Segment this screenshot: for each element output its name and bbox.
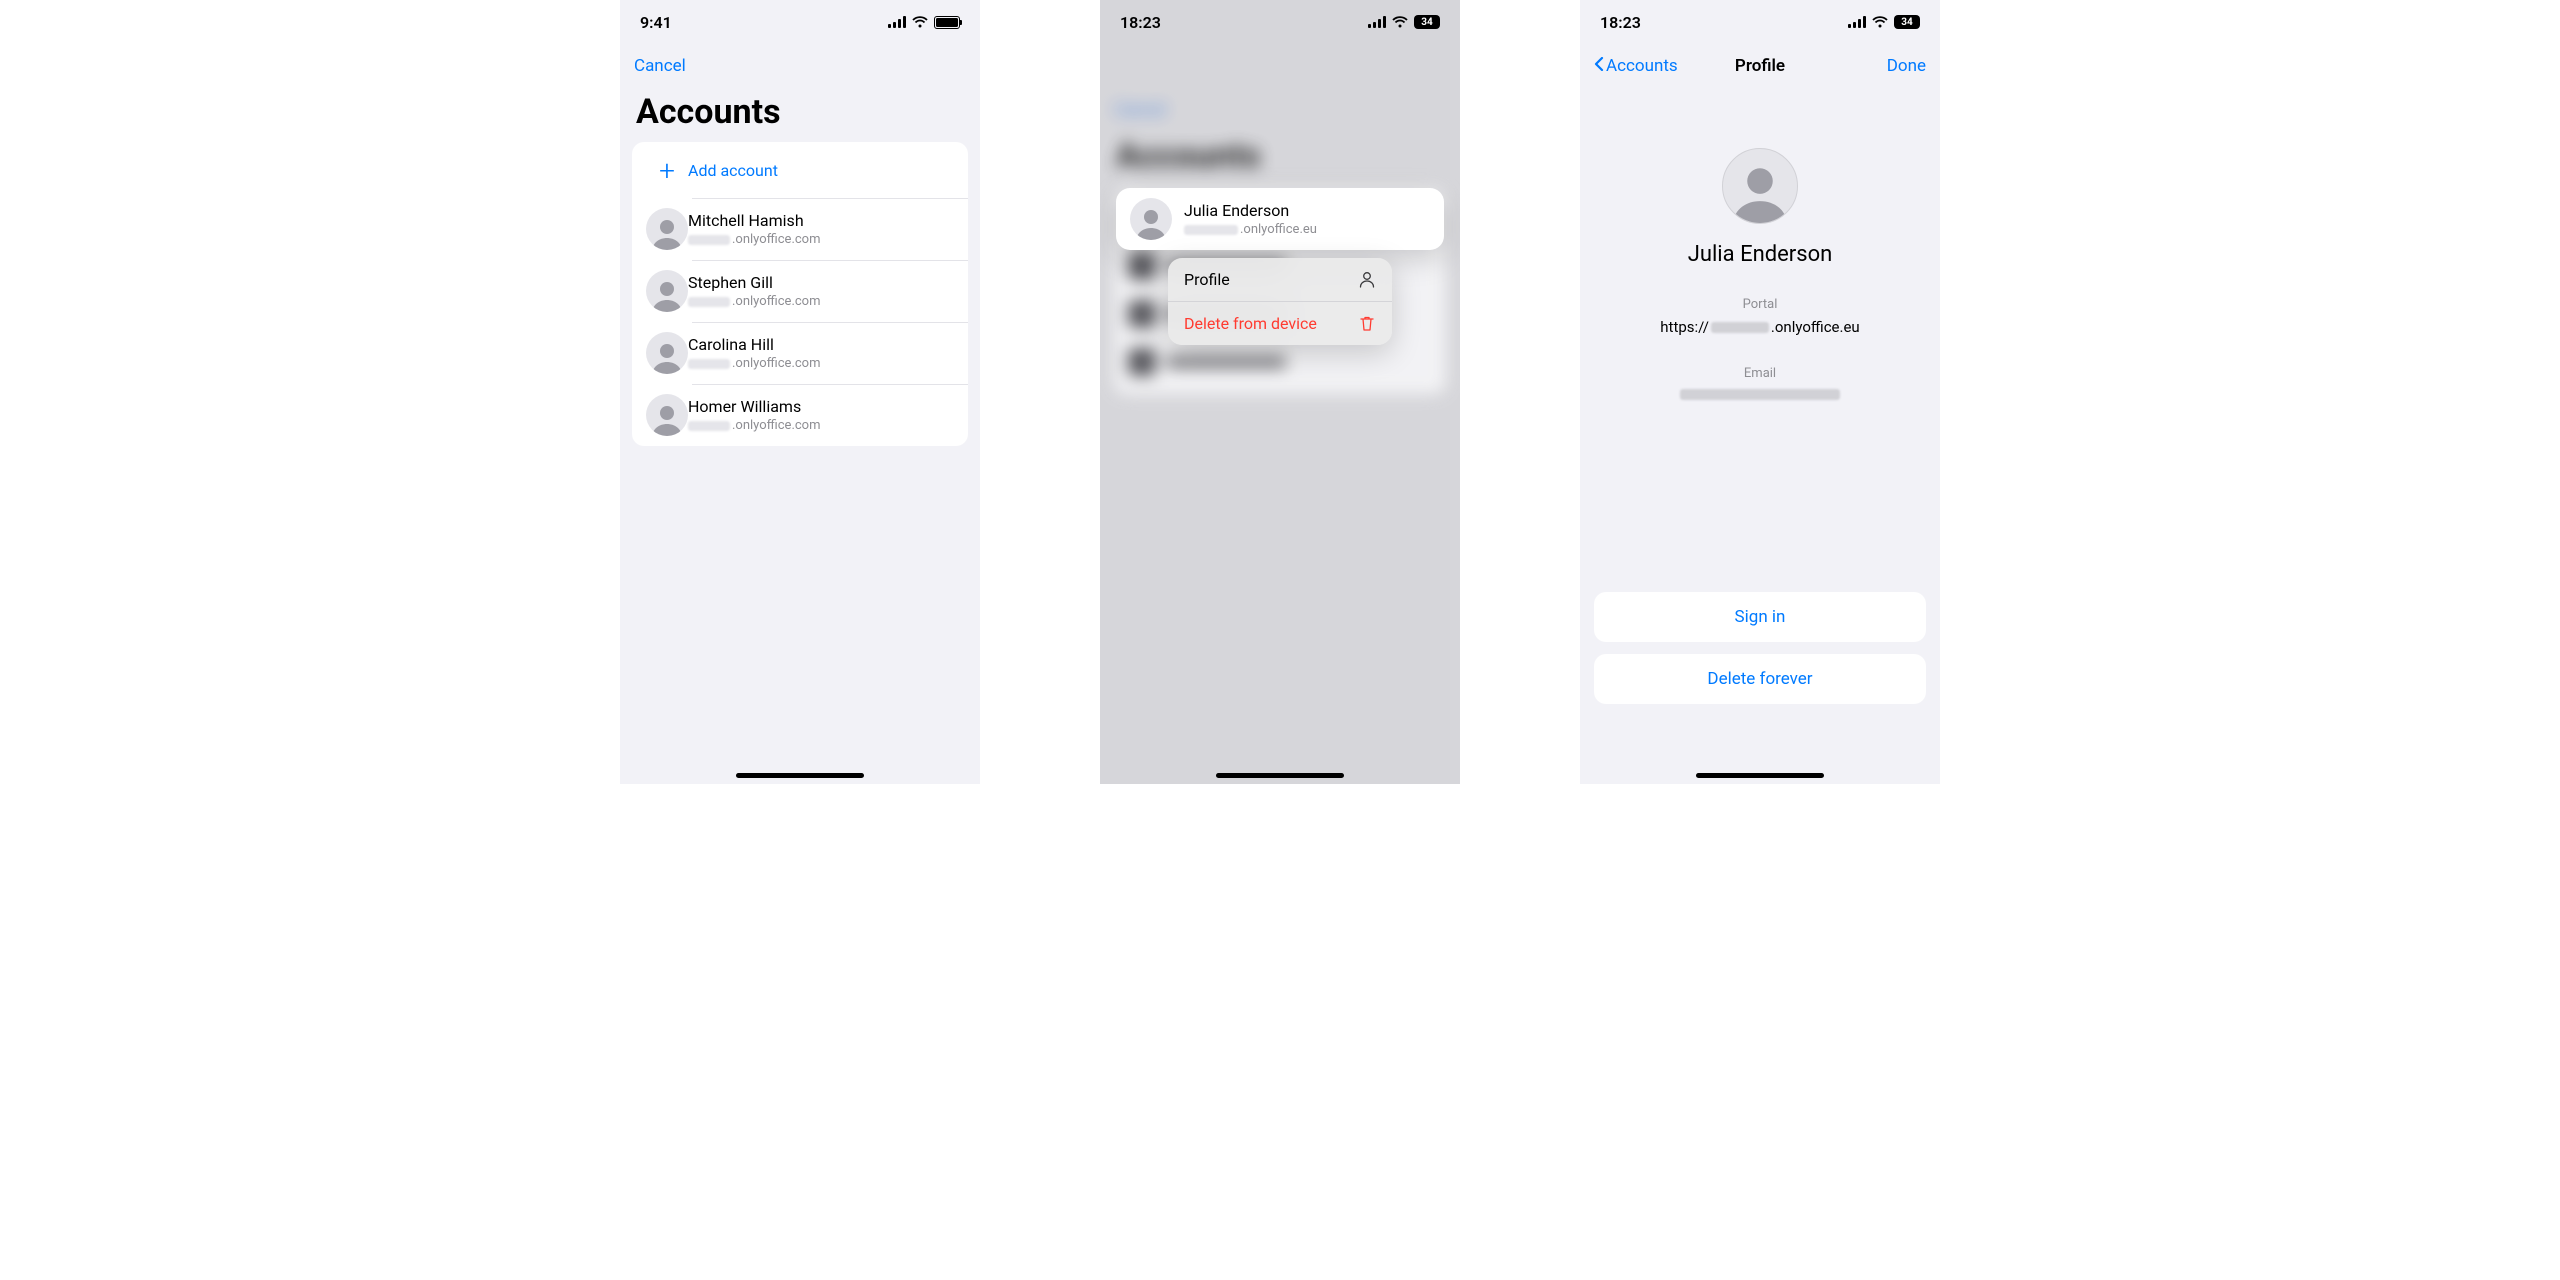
battery-full-icon xyxy=(934,16,960,29)
selected-account-domain: .onlyoffice.eu xyxy=(1184,222,1317,237)
portal-label: Portal xyxy=(1743,297,1778,312)
add-account-row[interactable]: + Add account xyxy=(632,142,968,198)
battery-badge-icon: 34 xyxy=(1894,15,1920,29)
account-domain: .onlyoffice.com xyxy=(688,294,821,309)
status-bar: 9:41 xyxy=(620,0,980,44)
battery-badge-icon: 34 xyxy=(1414,15,1440,29)
user-icon xyxy=(1358,271,1376,289)
nav-bar: Cancel xyxy=(620,44,980,88)
wifi-icon xyxy=(912,16,928,28)
menu-label: Delete from device xyxy=(1184,314,1317,333)
avatar xyxy=(1130,198,1172,240)
menu-item-delete[interactable]: Delete from device xyxy=(1168,301,1392,345)
profile-actions: Sign in Delete forever xyxy=(1594,592,1926,704)
status-icons: 34 xyxy=(1368,15,1440,29)
selected-account-card[interactable]: Julia Enderson .onlyoffice.eu xyxy=(1116,188,1444,250)
home-indicator[interactable] xyxy=(1216,773,1344,778)
back-button[interactable]: Accounts xyxy=(1594,56,1678,76)
avatar xyxy=(646,394,688,436)
delete-forever-button[interactable]: Delete forever xyxy=(1594,654,1926,704)
screen-accounts-list: 9:41 Cancel Accounts + Add account Mitch… xyxy=(620,0,980,784)
account-name: Stephen Gill xyxy=(688,273,821,292)
home-indicator[interactable] xyxy=(1696,773,1824,778)
signal-icon xyxy=(888,16,906,28)
menu-label: Profile xyxy=(1184,270,1230,289)
account-name: Mitchell Hamish xyxy=(688,211,821,230)
menu-item-profile[interactable]: Profile xyxy=(1168,258,1392,301)
wifi-icon xyxy=(1392,16,1408,28)
status-time: 18:23 xyxy=(1600,13,1641,32)
signal-icon xyxy=(1368,16,1386,28)
status-bar: 18:23 34 xyxy=(1580,0,1940,44)
add-account-label: Add account xyxy=(688,161,778,180)
screen-context-menu: 18:23 34 Cancel Accounts + Julia Enderso… xyxy=(1100,0,1460,784)
sign-in-button[interactable]: Sign in xyxy=(1594,592,1926,642)
signal-icon xyxy=(1848,16,1866,28)
avatar-large xyxy=(1722,148,1798,224)
account-row[interactable]: Mitchell Hamish .onlyoffice.com xyxy=(632,198,968,260)
plus-icon: + xyxy=(659,154,675,187)
avatar xyxy=(646,332,688,374)
status-time: 18:23 xyxy=(1120,13,1161,32)
wifi-icon xyxy=(1872,16,1888,28)
status-icons xyxy=(888,16,960,29)
nav-bar: Accounts Profile Done xyxy=(1580,44,1940,88)
account-row[interactable]: Carolina Hill .onlyoffice.com xyxy=(632,322,968,384)
screen-profile: 18:23 34 Accounts Profile Done Julia End… xyxy=(1580,0,1940,784)
trash-icon xyxy=(1358,315,1376,333)
account-domain: .onlyoffice.com xyxy=(688,418,821,433)
avatar xyxy=(646,270,688,312)
account-row[interactable]: Homer Williams .onlyoffice.com xyxy=(632,384,968,446)
account-name: Homer Williams xyxy=(688,397,821,416)
status-time: 9:41 xyxy=(640,13,672,32)
back-label: Accounts xyxy=(1606,56,1678,76)
blurred-background: 18:23 34 Cancel Accounts + xyxy=(1100,0,1460,784)
portal-value: https:// .onlyoffice.eu xyxy=(1660,318,1859,336)
status-bar: 18:23 34 xyxy=(1100,0,1460,44)
nav-title: Profile xyxy=(1735,56,1785,76)
cancel-button[interactable]: Cancel xyxy=(634,56,686,76)
email-label: Email xyxy=(1744,366,1776,381)
selected-account-name: Julia Enderson xyxy=(1184,201,1317,220)
status-icons: 34 xyxy=(1848,15,1920,29)
account-name: Carolina Hill xyxy=(688,335,821,354)
chevron-left-icon xyxy=(1594,56,1604,76)
account-row[interactable]: Stephen Gill .onlyoffice.com xyxy=(632,260,968,322)
account-domain: .onlyoffice.com xyxy=(688,356,821,371)
email-value-redacted xyxy=(1680,389,1840,400)
context-menu: Profile Delete from device xyxy=(1168,258,1392,345)
accounts-card: + Add account Mitchell Hamish .onlyoffic… xyxy=(632,142,968,446)
done-button[interactable]: Done xyxy=(1887,56,1926,76)
profile-name: Julia Enderson xyxy=(1688,242,1833,267)
page-title: Accounts xyxy=(620,88,980,142)
avatar xyxy=(646,208,688,250)
home-indicator[interactable] xyxy=(736,773,864,778)
account-domain: .onlyoffice.com xyxy=(688,232,821,247)
